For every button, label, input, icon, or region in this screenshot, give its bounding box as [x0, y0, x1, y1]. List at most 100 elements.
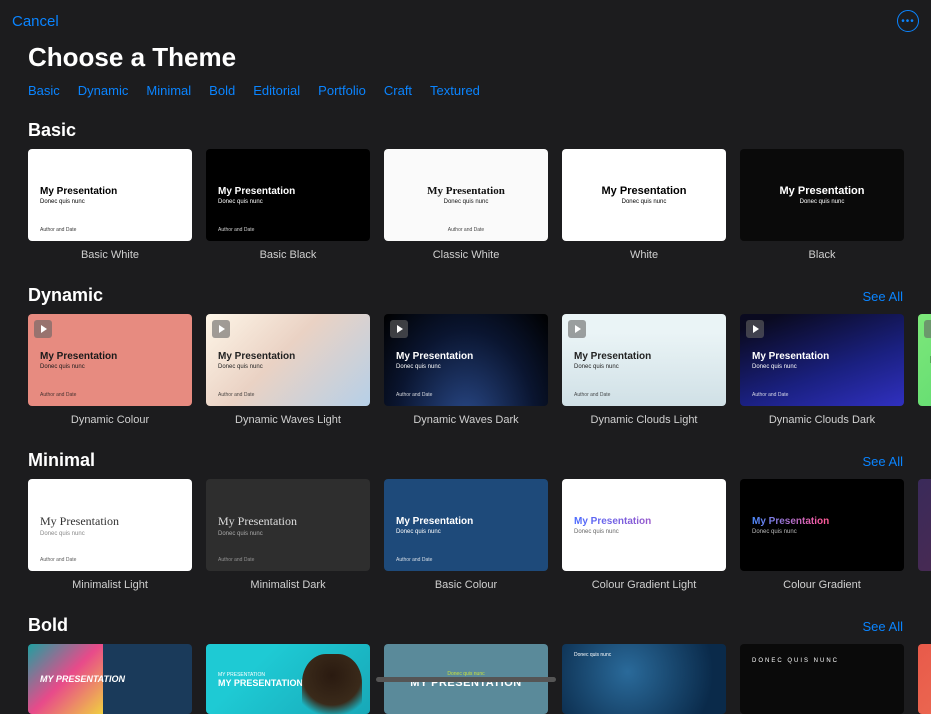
see-all-bold[interactable]: See All	[863, 619, 903, 634]
category-filters: Basic Dynamic Minimal Bold Editorial Por…	[0, 77, 931, 110]
thumb-subtitle: Donec quis nunc	[40, 531, 180, 537]
theme-black[interactable]: My Presentation Donec quis nunc Black	[740, 149, 904, 261]
thumb-author: Author and Date	[40, 227, 76, 233]
thumb-subtitle: Donec quis nunc	[752, 364, 892, 370]
section-title-bold: Bold	[28, 615, 68, 636]
thumb-title: My Presentation	[40, 186, 180, 197]
thumb-author: Author and Date	[218, 227, 254, 233]
theme-minimalist-dark[interactable]: My Presentation Donec quis nunc Author a…	[206, 479, 370, 591]
theme-minimal-overflow[interactable]	[918, 479, 931, 591]
thumb-title: My Presentation	[752, 516, 892, 527]
section-title-basic: Basic	[28, 120, 76, 141]
thumb-subtitle: Donec quis nunc	[218, 199, 358, 205]
thumb-author: Author and Date	[448, 227, 484, 233]
play-icon	[746, 320, 764, 338]
play-icon	[568, 320, 586, 338]
theme-basic-colour[interactable]: My Presentation Donec quis nunc Author a…	[384, 479, 548, 591]
thumb-title: My Presentation	[752, 351, 892, 362]
thumb-author: Author and Date	[40, 392, 76, 398]
theme-dynamic-clouds-dark[interactable]: My Presentation Donec quis nunc Author a…	[740, 314, 904, 426]
theme-white[interactable]: My Presentation Donec quis nunc White	[562, 149, 726, 261]
thumb-title: MY PRESENTATION	[218, 678, 358, 688]
more-options-icon[interactable]: •••	[897, 10, 919, 32]
page-title: Choose a Theme	[0, 32, 931, 77]
thumb-subtitle: Donec quis nunc	[40, 364, 180, 370]
theme-dynamic-clouds-light[interactable]: My Presentation Donec quis nunc Author a…	[562, 314, 726, 426]
play-icon	[390, 320, 408, 338]
theme-dynamic-colour[interactable]: My Presentation Donec quis nunc Author a…	[28, 314, 192, 426]
thumb-subtitle: Donec quis nunc	[622, 199, 667, 205]
thumb-author: Author and Date	[218, 557, 254, 563]
theme-basic-black[interactable]: My Presentation Donec quis nunc Author a…	[206, 149, 370, 261]
thumb-title: My Presentation	[218, 514, 358, 529]
thumb-subtitle: DONEC QUIS NUNC	[752, 658, 892, 664]
thumb-title: My Presentation	[40, 514, 180, 529]
theme-bold-2[interactable]: MY PRESENTATION MY PRESENTATION	[206, 644, 370, 714]
theme-dynamic-waves-dark[interactable]: My Presentation Donec quis nunc Author a…	[384, 314, 548, 426]
theme-caption: White	[562, 249, 726, 261]
thumb-subtitle: Donec quis nunc	[218, 364, 358, 370]
thumb-title: My Presentation	[574, 351, 714, 362]
theme-bold-4[interactable]: Donec quis nunc	[562, 644, 726, 714]
thumb-title: My Presentation	[396, 516, 536, 527]
thumb-subtitle: Donec quis nunc	[396, 529, 536, 535]
filter-minimal[interactable]: Minimal	[146, 83, 191, 98]
cancel-button[interactable]: Cancel	[12, 13, 59, 30]
row-basic: My Presentation Donec quis nunc Author a…	[0, 149, 931, 275]
filter-portfolio[interactable]: Portfolio	[318, 83, 366, 98]
section-title-dynamic: Dynamic	[28, 285, 103, 306]
theme-bold-overflow[interactable]	[918, 644, 931, 714]
theme-colour-gradient[interactable]: My Presentation Donec quis nunc Colour G…	[740, 479, 904, 591]
thumb-title: My Presentation	[602, 185, 687, 197]
theme-classic-white[interactable]: My Presentation Donec quis nunc Author a…	[384, 149, 548, 261]
theme-basic-white[interactable]: My Presentation Donec quis nunc Author a…	[28, 149, 192, 261]
theme-dynamic-waves-light[interactable]: My Presentation Donec quis nunc Author a…	[206, 314, 370, 426]
thumb-author: Author and Date	[218, 392, 254, 398]
thumb-author: Author and Date	[396, 557, 432, 563]
row-minimal: My Presentation Donec quis nunc Author a…	[0, 479, 931, 605]
theme-caption: Dynamic Waves Dark	[384, 414, 548, 426]
filter-basic[interactable]: Basic	[28, 83, 60, 98]
theme-caption: Dynamic Clouds Dark	[740, 414, 904, 426]
filter-craft[interactable]: Craft	[384, 83, 412, 98]
thumb-title: My Presentation	[218, 186, 358, 197]
theme-caption: Dynamic Waves Light	[206, 414, 370, 426]
thumb-title: My Presentation	[396, 351, 536, 362]
theme-minimalist-light[interactable]: My Presentation Donec quis nunc Author a…	[28, 479, 192, 591]
thumb-title: My Presentation	[40, 351, 180, 362]
thumb-subtitle: Donec quis nunc	[800, 199, 845, 205]
thumb-subtitle: Donec quis nunc	[574, 529, 714, 535]
thumb-subtitle: Donec quis nunc	[444, 199, 489, 205]
filter-dynamic[interactable]: Dynamic	[78, 83, 129, 98]
theme-bold-1[interactable]: MY PRESENTATION	[28, 644, 192, 714]
thumb-title: My Presentation	[427, 185, 505, 197]
theme-bold-5[interactable]: DONEC QUIS NUNC	[740, 644, 904, 714]
thumb-author: Author and Date	[40, 557, 76, 563]
thumb-author: Author and Date	[752, 392, 788, 398]
theme-colour-gradient-light[interactable]: My Presentation Donec quis nunc Colour G…	[562, 479, 726, 591]
see-all-minimal[interactable]: See All	[863, 454, 903, 469]
theme-caption: Basic Colour	[384, 579, 548, 591]
see-all-dynamic[interactable]: See All	[863, 289, 903, 304]
thumb-subtitle: Donec quis nunc	[396, 364, 536, 370]
theme-caption: Dynamic Clouds Light	[562, 414, 726, 426]
theme-caption: Minimalist Light	[28, 579, 192, 591]
scroll-indicator[interactable]	[376, 677, 556, 682]
filter-editorial[interactable]: Editorial	[253, 83, 300, 98]
theme-dynamic-overflow[interactable]: M	[918, 314, 931, 426]
row-dynamic: My Presentation Donec quis nunc Author a…	[0, 314, 931, 440]
theme-caption: Dynamic Colour	[28, 414, 192, 426]
filter-bold[interactable]: Bold	[209, 83, 235, 98]
theme-caption: Black	[740, 249, 904, 261]
filter-textured[interactable]: Textured	[430, 83, 480, 98]
theme-caption: Basic White	[28, 249, 192, 261]
play-icon	[34, 320, 52, 338]
theme-caption: Colour Gradient	[740, 579, 904, 591]
thumb-subtitle: Donec quis nunc	[574, 364, 714, 370]
thumb-author: Author and Date	[396, 392, 432, 398]
thumb-subtitle: Donec quis nunc	[40, 199, 180, 205]
thumb-title: My Presentation	[218, 351, 358, 362]
thumb-subtitle: Donec quis nunc	[752, 529, 892, 535]
thumb-title: My Presentation	[780, 185, 865, 197]
theme-caption: Minimalist Dark	[206, 579, 370, 591]
